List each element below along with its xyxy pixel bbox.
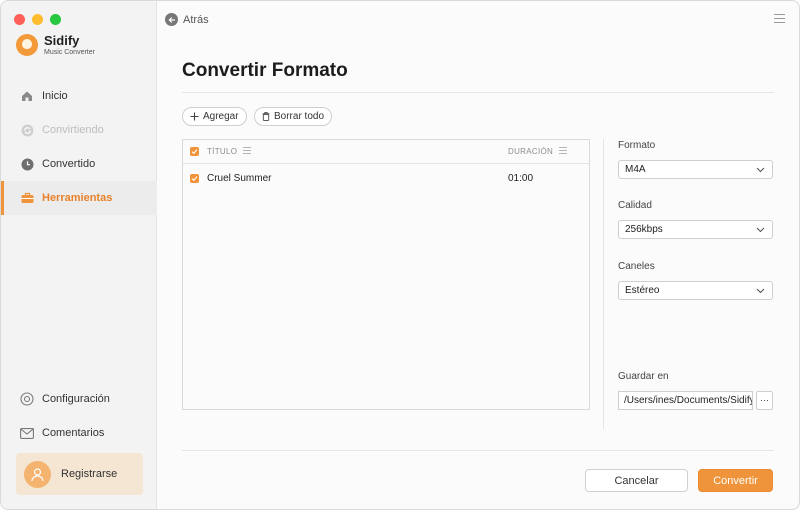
sidebar-item-herramientas[interactable]: Herramientas bbox=[1, 181, 157, 215]
zoom-window-button[interactable] bbox=[50, 14, 61, 25]
sidebar-item-label: Inicio bbox=[42, 90, 68, 102]
sidebar-item-label: Configuración bbox=[42, 393, 110, 405]
quality-label: Calidad bbox=[618, 200, 652, 211]
quality-select[interactable]: 256kbps bbox=[618, 220, 773, 239]
sidebar-item-convirtiendo[interactable]: Convirtiendo bbox=[1, 113, 157, 147]
user-avatar-icon bbox=[24, 460, 51, 488]
back-arrow-icon bbox=[165, 13, 178, 26]
sidebar-item-label: Comentarios bbox=[42, 427, 105, 439]
toolbox-icon bbox=[20, 191, 34, 205]
sort-icon[interactable] bbox=[559, 147, 568, 156]
sidebar-item-configuracion[interactable]: Configuración bbox=[1, 382, 157, 416]
track-table: TÍTULO DURACIÓN Cruel Summer 01:00 bbox=[182, 139, 590, 410]
trash-icon bbox=[262, 112, 270, 121]
register-label: Registrarse bbox=[61, 468, 118, 480]
format-value: M4A bbox=[625, 164, 646, 175]
column-duration-label: DURACIÓN bbox=[508, 147, 554, 156]
app-window: Sidify Music Converter Inicio Convirtien… bbox=[0, 0, 800, 510]
sidebar-item-label: Convertido bbox=[42, 158, 96, 170]
page-title: Convertir Formato bbox=[182, 60, 348, 81]
clear-all-label: Borrar todo bbox=[274, 111, 325, 122]
sidebar-item-comentarios[interactable]: Comentarios bbox=[1, 416, 157, 450]
gear-icon bbox=[20, 392, 34, 406]
app-subtitle: Music Converter bbox=[44, 49, 95, 56]
column-title-label: TÍTULO bbox=[207, 147, 238, 156]
track-title: Cruel Summer bbox=[207, 172, 272, 184]
settings-divider bbox=[603, 139, 604, 429]
plus-icon bbox=[190, 112, 199, 121]
track-duration: 01:00 bbox=[508, 172, 534, 184]
output-path-input[interactable]: /Users/ines/Documents/Sidify bbox=[618, 391, 753, 410]
format-select[interactable]: M4A bbox=[618, 160, 773, 179]
sidebar-nav: Inicio Convirtiendo Convertido Herramien… bbox=[1, 79, 157, 215]
channels-value: Estéreo bbox=[625, 285, 660, 296]
column-header-title[interactable]: TÍTULO bbox=[207, 147, 252, 156]
clear-all-button[interactable]: Borrar todo bbox=[254, 107, 333, 126]
chevron-down-icon bbox=[756, 165, 765, 177]
add-label: Agregar bbox=[203, 111, 239, 122]
add-button[interactable]: Agregar bbox=[182, 107, 247, 126]
sidebar-bottom-nav: Configuración Comentarios bbox=[1, 382, 157, 450]
output-folder-label: Guardar en bbox=[618, 371, 669, 382]
back-button[interactable]: Atrás bbox=[165, 13, 209, 26]
select-all-checkbox[interactable] bbox=[190, 147, 199, 156]
row-checkbox[interactable] bbox=[190, 173, 199, 183]
sidebar-item-inicio[interactable]: Inicio bbox=[1, 79, 157, 113]
quality-value: 256kbps bbox=[625, 224, 663, 235]
sort-icon[interactable] bbox=[243, 147, 252, 156]
table-header: TÍTULO DURACIÓN bbox=[183, 140, 589, 164]
sidebar: Sidify Music Converter Inicio Convirtien… bbox=[1, 1, 157, 509]
footer-divider bbox=[182, 450, 774, 451]
chevron-down-icon bbox=[756, 225, 765, 237]
sidebar-item-convertido[interactable]: Convertido bbox=[1, 147, 157, 181]
main-panel: Atrás Convertir Formato Agregar Borrar t… bbox=[158, 1, 799, 509]
register-button[interactable]: Registrarse bbox=[16, 453, 143, 495]
cancel-button[interactable]: Cancelar bbox=[585, 469, 688, 492]
clock-icon bbox=[20, 157, 34, 171]
app-logo: Sidify Music Converter bbox=[16, 34, 95, 56]
top-bar: Atrás bbox=[158, 1, 799, 39]
title-divider bbox=[182, 92, 774, 93]
sync-icon bbox=[20, 123, 34, 137]
format-label: Formato bbox=[618, 140, 656, 151]
sidebar-item-label: Convirtiendo bbox=[42, 124, 104, 136]
window-controls bbox=[14, 14, 61, 25]
convert-button[interactable]: Convertir bbox=[698, 469, 773, 492]
app-name: Sidify bbox=[44, 33, 80, 48]
mail-icon bbox=[20, 426, 34, 440]
sidebar-item-label: Herramientas bbox=[42, 192, 113, 204]
chevron-down-icon bbox=[756, 286, 765, 298]
home-icon bbox=[20, 89, 34, 103]
sidify-logo-icon bbox=[16, 34, 38, 56]
back-label: Atrás bbox=[183, 13, 209, 26]
table-row[interactable]: Cruel Summer 01:00 bbox=[183, 164, 589, 192]
channels-label: Caneles bbox=[618, 261, 655, 272]
hamburger-menu-icon[interactable] bbox=[774, 14, 785, 24]
column-header-duration[interactable]: DURACIÓN bbox=[508, 147, 568, 156]
minimize-window-button[interactable] bbox=[32, 14, 43, 25]
close-window-button[interactable] bbox=[14, 14, 25, 25]
channels-select[interactable]: Estéreo bbox=[618, 281, 773, 300]
browse-folder-button[interactable]: ··· bbox=[756, 391, 773, 410]
